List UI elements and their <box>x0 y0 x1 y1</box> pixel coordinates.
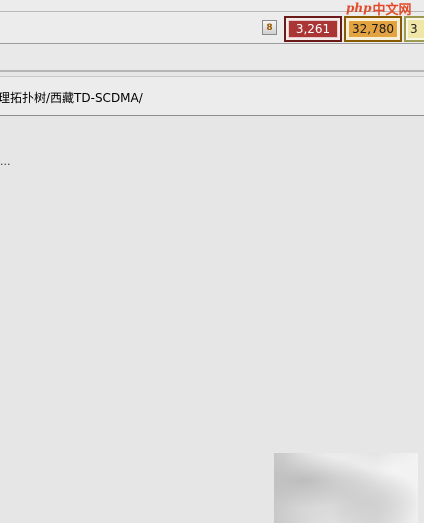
site-watermark: php 中文网 <box>346 0 412 18</box>
secondary-toolbar <box>0 44 424 72</box>
watermark-latin: php <box>346 1 372 15</box>
breadcrumb: 理拓扑树/西藏TD-SCDMA/ <box>0 76 424 116</box>
watermark-cjk: 中文网 <box>372 2 412 18</box>
breadcrumb-path: 理拓扑树/西藏TD-SCDMA/ <box>0 91 143 105</box>
blurred-region <box>274 453 418 523</box>
main-content-area: ... <box>0 117 424 523</box>
toolbar: 8 3,261 32,780 3 <box>0 12 424 44</box>
major-alarm-count: 32,780 <box>348 20 398 38</box>
critical-alarm-counter[interactable]: 3,261 <box>284 16 342 42</box>
minor-alarm-count: 3 <box>408 20 424 38</box>
alarm-indicator-icon[interactable]: 8 <box>262 20 277 35</box>
truncated-text: ... <box>0 155 11 168</box>
critical-alarm-count: 3,261 <box>288 20 338 38</box>
minor-alarm-counter[interactable]: 3 <box>404 16 424 42</box>
major-alarm-counter[interactable]: 32,780 <box>344 16 402 42</box>
